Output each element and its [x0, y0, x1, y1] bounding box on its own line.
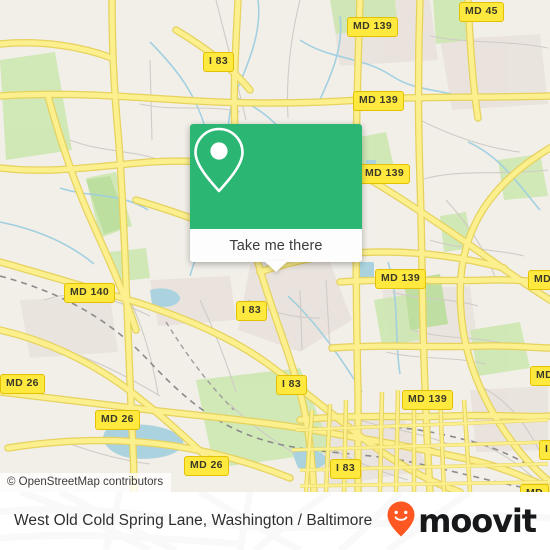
- destination-callout[interactable]: Take me there: [190, 124, 362, 272]
- road-shield: I 83: [203, 52, 235, 72]
- road-shield: I: [539, 440, 550, 460]
- road-shield: MD 140: [64, 283, 116, 303]
- road-shield: MD 139: [375, 269, 427, 289]
- take-me-there-label: Take me there: [229, 237, 323, 254]
- road-shield: MD 139: [353, 91, 405, 111]
- road-shield: MD 45: [459, 2, 504, 22]
- road-shield: MD: [520, 484, 550, 492]
- road-shield: MD 139: [359, 164, 411, 184]
- road-shield: MD: [528, 270, 550, 290]
- osm-attribution[interactable]: © OpenStreetMap contributors: [0, 473, 172, 492]
- callout-image-area: [190, 124, 362, 229]
- take-me-there-button[interactable]: Take me there: [190, 229, 362, 272]
- moovit-logo[interactable]: moovit: [386, 500, 537, 543]
- road-shield: MD 26: [0, 374, 45, 394]
- road-shield: MD 26: [95, 410, 140, 430]
- moovit-map-screenshot: MD 45 MD 139 MD 139 I 83 MD 139 MD 140 I 83 MD …: [0, 0, 550, 550]
- map-canvas[interactable]: MD 45 MD 139 MD 139 I 83 MD 139 MD 140 I 83 MD …: [0, 0, 550, 492]
- road-shield: MD 139: [347, 17, 399, 37]
- road-shield: MD 26: [184, 456, 229, 476]
- moovit-wordmark: moovit: [418, 502, 537, 540]
- road-shield: MD 139: [402, 390, 454, 410]
- road-shield: MD: [530, 366, 550, 386]
- road-shield: I 83: [276, 375, 308, 395]
- moovit-pin-icon: [386, 500, 416, 543]
- road-shield: I 83: [330, 459, 362, 479]
- road-shield: I 83: [236, 301, 268, 321]
- callout-pointer: [264, 261, 288, 272]
- location-title: West Old Cold Spring Lane, Washington / …: [14, 512, 373, 529]
- footer-bar: West Old Cold Spring Lane, Washington / …: [0, 492, 550, 550]
